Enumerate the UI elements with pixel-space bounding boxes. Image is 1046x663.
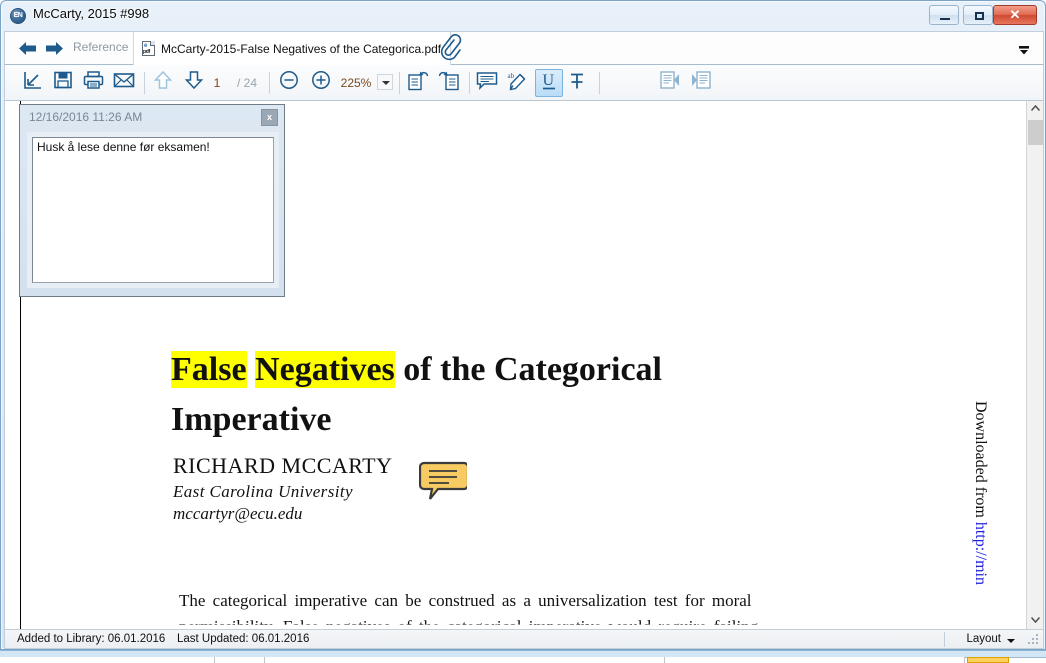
pdf-email: mccartyr@ecu.edu — [173, 504, 303, 523]
window-title: McCarty, 2015 #998 — [33, 6, 150, 21]
page-gutter — [5, 101, 20, 629]
pdf-download-sidebar-text: Downloaded from http://min — [971, 401, 989, 585]
background-highlight-cell — [967, 657, 1009, 663]
sticky-note-date: 12/16/2016 11:26 AM — [29, 110, 143, 124]
background-cell — [215, 657, 265, 663]
document-tab-label: McCarty-2015-False Negatives of the Cate… — [161, 41, 442, 56]
next-page-button[interactable] — [180, 69, 208, 97]
find-previous-button[interactable] — [687, 69, 715, 97]
back-arrow-icon[interactable] — [18, 41, 37, 56]
sticky-note-body — [27, 132, 279, 288]
open-pdf-button[interactable] — [19, 69, 47, 97]
pdf-download-prefix: Downloaded from — [972, 401, 989, 522]
find-next-button[interactable] — [656, 69, 684, 97]
endnote-logo-icon: EN — [10, 8, 26, 24]
sticky-note-annotation-icon[interactable] — [418, 459, 470, 501]
zoom-dropdown-button[interactable] — [377, 74, 393, 90]
layout-button[interactable]: Layout — [966, 633, 1001, 645]
window-titlebar[interactable]: EN McCarty, 2015 #998 ✕ — [1, 1, 1045, 30]
sticky-note-header: 12/16/2016 11:26 AM x — [20, 105, 284, 131]
sticky-note-editor[interactable]: 12/16/2016 11:26 AM x — [19, 104, 285, 297]
chevron-down-icon[interactable] — [1007, 639, 1015, 643]
rotate-right-button[interactable] — [435, 69, 463, 97]
scrollbar-thumb[interactable] — [1028, 120, 1043, 145]
sticky-note-close-button[interactable]: x — [261, 109, 278, 126]
close-icon: ✕ — [1009, 7, 1021, 22]
background-cell — [665, 657, 965, 663]
reference-pdf-window: EN McCarty, 2015 #998 ✕ Reference e pdf … — [0, 0, 1046, 650]
underline-text-button[interactable]: U — [535, 69, 563, 97]
minimize-button[interactable] — [929, 5, 959, 25]
page-number-input[interactable]: 1 — [208, 76, 226, 90]
rotate-left-button[interactable] — [404, 69, 432, 97]
forward-arrow-icon[interactable] — [45, 41, 64, 56]
email-button[interactable] — [110, 69, 138, 97]
save-button[interactable] — [49, 69, 77, 97]
svg-text:U: U — [543, 72, 555, 89]
status-added-to-library: Added to Library: 06.01.2016 — [17, 633, 166, 645]
background-cell — [0, 657, 215, 663]
previous-page-button[interactable] — [149, 69, 177, 97]
highlight-text-button[interactable]: ab — [504, 69, 532, 97]
pdf-author: RICHARD MCCARTY — [173, 453, 393, 478]
attachment-paperclip-icon[interactable] — [433, 32, 467, 65]
print-button[interactable] — [79, 69, 107, 97]
pdf-title-line2: Imperative — [171, 401, 332, 438]
page-total-label: / 24 — [237, 76, 258, 90]
pdf-download-link[interactable]: http://min — [972, 522, 989, 585]
svg-text:ab: ab — [508, 72, 515, 80]
background-cell — [265, 657, 665, 663]
pdf-body-line-2: permissibility. False negatives of the c… — [179, 617, 759, 629]
pdf-title-highlight-2: Negatives — [255, 351, 395, 388]
document-tab[interactable]: e pdf McCarty-2015-False Negatives of th… — [133, 32, 452, 65]
pdf-title: False Negatives of the Categorical Imper… — [171, 345, 771, 445]
resize-grip[interactable] — [1028, 634, 1040, 646]
pdf-title-rest: of the Categorical — [394, 351, 662, 388]
desktop-background: EN McCarty, 2015 #998 ✕ Reference e pdf … — [0, 0, 1046, 663]
status-last-updated: Last Updated: 06.01.2016 — [177, 633, 310, 645]
reference-tab[interactable]: Reference — [73, 40, 128, 54]
maximize-icon — [975, 12, 984, 20]
status-divider — [944, 632, 945, 647]
status-bar: Added to Library: 06.01.2016 Last Update… — [4, 629, 1044, 649]
strikeout-text-button[interactable] — [563, 69, 591, 97]
chevron-down-icon — [382, 81, 390, 85]
vertical-scrollbar[interactable] — [1026, 101, 1043, 629]
maximize-button[interactable] — [963, 5, 993, 25]
minimize-icon — [940, 18, 950, 20]
pdf-file-icon: e pdf — [142, 41, 155, 56]
zoom-in-button[interactable] — [307, 69, 335, 97]
pdf-affiliation: East Carolina University — [173, 482, 353, 501]
sticky-note-button[interactable] — [473, 69, 501, 97]
reference-tab-row: Reference e pdf McCarty-2015-False Negat… — [4, 31, 1044, 65]
background-window — [0, 650, 1046, 663]
sticky-note-textarea[interactable] — [32, 137, 274, 283]
close-icon: x — [266, 112, 272, 122]
tab-overflow-chevron-icon[interactable] — [1017, 43, 1031, 55]
zoom-level-value[interactable]: 225% — [335, 76, 377, 90]
pdf-toolbar: 1 / 24 225% ab U — [4, 65, 1044, 101]
close-button[interactable]: ✕ — [993, 5, 1037, 25]
scroll-up-arrow-icon[interactable] — [1027, 101, 1043, 118]
zoom-out-button[interactable] — [275, 69, 303, 97]
scroll-down-arrow-icon[interactable] — [1027, 612, 1043, 629]
pdf-body-line-1: The categorical imperative can be constr… — [179, 591, 752, 610]
pdf-title-highlight-1: False — [171, 351, 247, 388]
pdf-viewport[interactable]: False Negatives of the Categorical Imper… — [4, 101, 1044, 629]
